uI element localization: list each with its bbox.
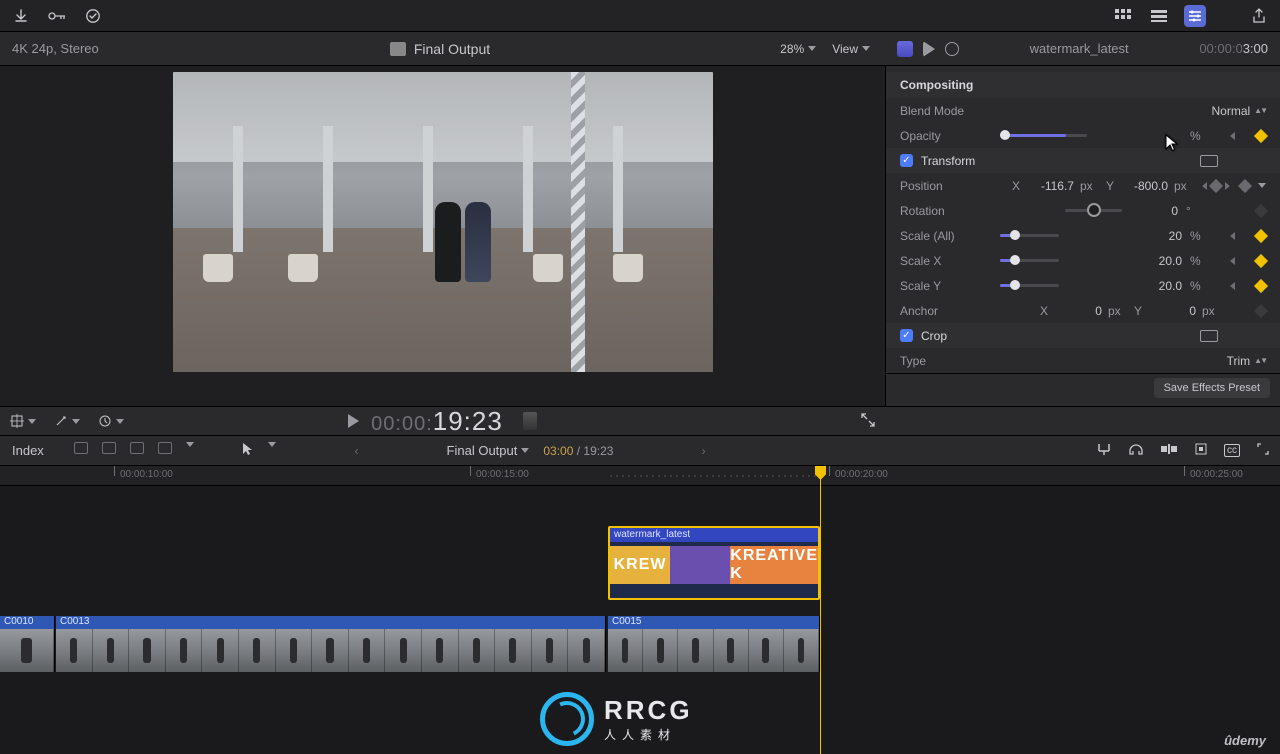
viewer-panel[interactable] [0,66,885,406]
timeline-ruler[interactable]: 00:00:10:00 00:00:15:00 00:00:20:00 00:00:2… [0,466,1280,486]
watermark-overlay: RRCG人人素材 [540,692,693,746]
playhead[interactable] [820,466,821,754]
timecode-display[interactable]: 00:00:19:23 [371,406,503,437]
ruler-tick: 00:00:10:00 [120,469,173,480]
transform-onscreen-button[interactable] [1200,155,1218,167]
inspector-clip-name: watermark_latest [1030,41,1129,56]
timeline-name-dropdown[interactable]: Final Output [447,443,530,458]
clip-label: C0010 [0,616,54,629]
rotation-keyframe[interactable] [1254,203,1268,217]
inspector-toggle-button[interactable] [1184,5,1206,27]
udemy-watermark: ûdemy [1224,733,1266,748]
scale-all-keyframe[interactable] [1254,228,1268,242]
position-keyframe[interactable] [1238,178,1252,192]
rotation-row: Rotation 0° [886,198,1280,223]
crop-checkbox[interactable]: ✓ [900,329,913,342]
ruler-tick: 00:00:20:00 [835,469,888,480]
keyword-button[interactable] [46,5,68,27]
timeline-total: 19:23 [583,444,613,458]
rotation-field[interactable]: 0 [1130,204,1178,218]
position-y-field[interactable]: -800.0 [1120,179,1168,193]
connected-clip-label: watermark_latest [610,528,818,542]
scale-x-slider[interactable] [1000,259,1059,262]
clip-label: C0013 [56,616,605,629]
generator-inspector-tab[interactable] [923,41,935,57]
transport-bar: 00:00:19:23 [0,406,1280,436]
clip-label: C0015 [608,616,819,629]
position-row: Position X-116.7px Y-800.0px [886,173,1280,198]
timeline-fullscreen-button[interactable] [1256,442,1270,459]
compositing-section: Compositing [886,72,1280,98]
share-button[interactable] [1248,5,1270,27]
position-expand[interactable] [1258,183,1266,188]
ruler-tick: 00:00:25:00 [1190,469,1243,480]
scale-x-row: Scale X 20.0% [886,248,1280,273]
ruler-tick: 00:00:15:00 [476,469,529,480]
timeline-history-back[interactable]: ‹ [355,444,359,458]
timeline-clip[interactable]: C0010 [0,616,55,672]
scale-y-field[interactable]: 20.0 [1134,279,1182,293]
crop-type-row: Type Trim▲▼ [886,348,1280,373]
opacity-row: Opacity % [886,123,1280,148]
scale-y-slider[interactable] [1000,284,1059,287]
captions-button[interactable]: cc [1224,444,1240,457]
scale-x-keyframe[interactable] [1254,253,1268,267]
viewer-header: 4K 24p, Stereo Final Output 28% View wat… [0,32,1280,66]
timeline-clip[interactable]: C0015 [608,616,820,672]
zoom-dropdown[interactable]: 28% [780,42,816,56]
solo-button[interactable] [1194,442,1208,459]
scale-x-field[interactable]: 20.0 [1134,254,1182,268]
primary-storyline[interactable]: C0010C0013C0015 [0,616,1280,672]
opacity-prev-kf[interactable] [1230,132,1235,140]
blend-mode-dropdown[interactable]: Normal▲▼ [1211,104,1266,118]
project-title: Final Output [414,41,490,57]
browser-list-button[interactable] [1148,5,1170,27]
connected-clip[interactable]: watermark_latest KREWKREATIVE K [608,526,820,600]
scale-y-keyframe[interactable] [1254,278,1268,292]
app-toolbar [0,0,1280,32]
crop-section: ✓ Crop [886,323,1280,348]
position-x-field[interactable]: -116.7 [1026,179,1074,193]
anchor-keyframe[interactable] [1254,303,1268,317]
timeline-position: 03:00 [543,444,573,458]
info-inspector-tab[interactable] [945,42,959,56]
transform-section: ✓ Transform [886,148,1280,173]
save-effects-preset-button[interactable]: Save Effects Preset [1154,378,1270,398]
crop-type-dropdown[interactable]: Trim▲▼ [1227,354,1266,368]
crop-onscreen-button[interactable] [1200,330,1218,342]
browser-grid-button[interactable] [1112,5,1134,27]
fullscreen-viewer-button[interactable] [860,412,876,431]
scale-all-field[interactable]: 20 [1134,229,1182,243]
view-dropdown[interactable]: View [832,42,870,56]
blend-mode-row: Blend Mode Normal▲▼ [886,98,1280,123]
opacity-slider[interactable] [1000,134,1087,137]
inspector-header: watermark_latest 00:00:03:00 [885,32,1280,65]
anchor-x-field[interactable]: 0 [1054,304,1102,318]
video-inspector-tab[interactable] [897,41,913,57]
inspector-duration: 3:00 [1243,41,1268,56]
timeline-header: Index ‹ Final Output 03:00 / 19:23 › cc [0,436,1280,466]
scale-all-slider[interactable] [1000,234,1059,237]
snapping-button[interactable] [1096,442,1112,459]
scale-all-row: Scale (All) 20% [886,223,1280,248]
viewer-frame [173,72,713,372]
skimming-button[interactable] [1160,443,1178,458]
play-button[interactable] [348,414,359,428]
timeline-history-fwd[interactable]: › [701,444,705,458]
scale-y-row: Scale Y 20.0% [886,273,1280,298]
anchor-y-field[interactable]: 0 [1148,304,1196,318]
skimmer-indicator [523,412,537,430]
inspector-panel: Compositing Blend Mode Normal▲▼ Opacity … [885,66,1280,406]
anchor-row: Anchor X0px Y0px [886,298,1280,323]
opacity-keyframe[interactable] [1254,128,1268,142]
transform-checkbox[interactable]: ✓ [900,154,913,167]
import-button[interactable] [10,5,32,27]
clapper-icon [390,42,406,56]
timeline-clip[interactable]: C0013 [56,616,606,672]
audio-skim-button[interactable] [1128,442,1144,459]
background-tasks-button[interactable] [82,5,104,27]
timeline[interactable]: 00:00:10:00 00:00:15:00 00:00:20:00 00:00:2… [0,466,1280,754]
rotation-dial[interactable] [1065,209,1122,212]
